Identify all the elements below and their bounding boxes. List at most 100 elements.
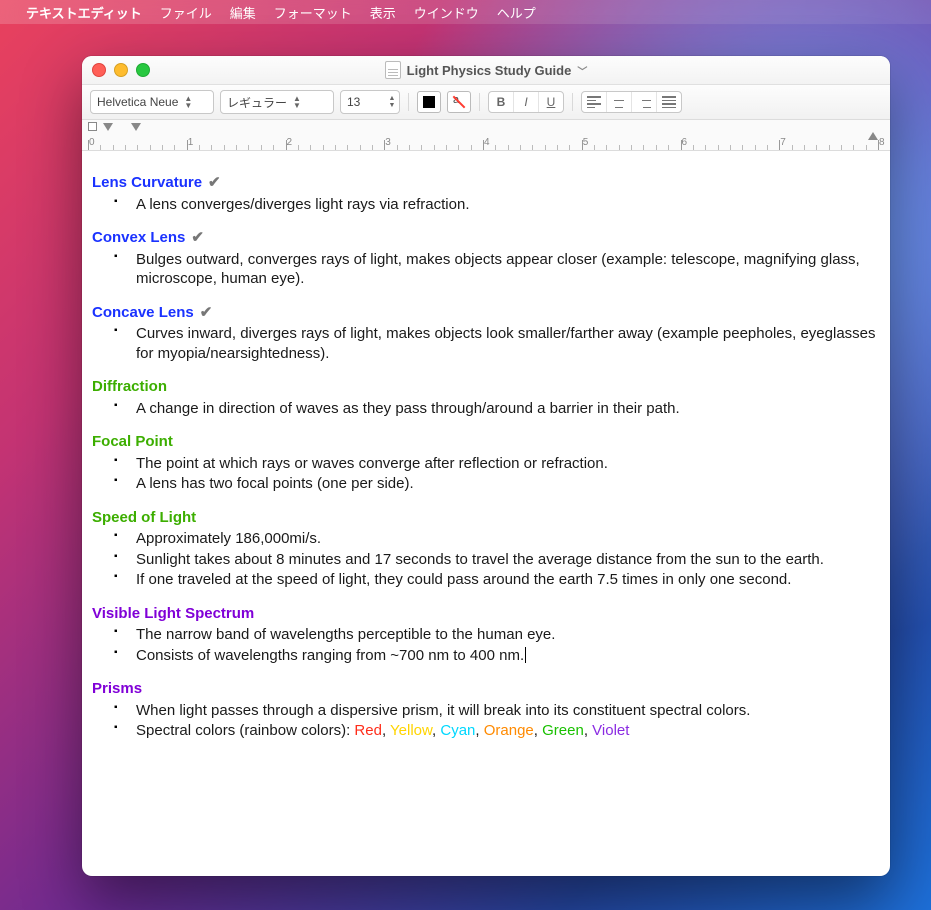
align-left-button[interactable] bbox=[582, 92, 606, 112]
text-style-group: B I U bbox=[488, 91, 564, 113]
section-list: Approximately 186,000mi/s.Sunlight takes… bbox=[92, 529, 880, 590]
section-heading-text: Prisms bbox=[92, 679, 142, 699]
no-highlight-icon bbox=[452, 95, 466, 109]
section-list: A change in direction of waves as they p… bbox=[92, 399, 880, 419]
section-heading-text: Visible Light Spectrum bbox=[92, 604, 254, 624]
color-box-icon bbox=[423, 96, 435, 108]
list-item[interactable]: Consists of wavelengths ranging from ~70… bbox=[92, 646, 880, 666]
list-item[interactable]: When light passes through a dispersive p… bbox=[92, 701, 880, 721]
section-heading[interactable]: Convex Lens ✔ bbox=[92, 228, 880, 248]
check-icon: ✔ bbox=[200, 303, 213, 323]
menubar-format[interactable]: フォーマット bbox=[274, 3, 352, 22]
section-list: The narrow band of wavelengths perceptib… bbox=[92, 625, 880, 665]
ruler-label: 5 bbox=[583, 137, 589, 148]
align-right-button[interactable] bbox=[631, 92, 656, 112]
menubar-view[interactable]: 表示 bbox=[370, 3, 396, 22]
rainbow-word: Yellow bbox=[390, 722, 432, 739]
close-button[interactable] bbox=[92, 63, 106, 77]
section-heading[interactable]: Speed of Light bbox=[92, 508, 880, 528]
desktop: テキストエディット ファイル 編集 フォーマット 表示 ウインドウ ヘルプ Li… bbox=[0, 0, 931, 910]
minimize-button[interactable] bbox=[114, 63, 128, 77]
highlight-color-swatch[interactable] bbox=[447, 91, 471, 113]
list-item[interactable]: A lens converges/diverges light rays via… bbox=[92, 195, 880, 215]
section-speed-of-light: Speed of LightApproximately 186,000mi/s.… bbox=[92, 508, 880, 590]
section-heading-text: Convex Lens bbox=[92, 228, 185, 248]
section-heading[interactable]: Lens Curvature✔ bbox=[92, 173, 880, 193]
list-item[interactable]: A lens has two focal points (one per sid… bbox=[92, 474, 880, 494]
list-item[interactable]: Bulges outward, converges rays of light,… bbox=[92, 250, 880, 289]
font-style-value: レギュラー bbox=[227, 94, 287, 111]
tab-stop-marker[interactable] bbox=[131, 123, 141, 131]
rainbow-word: Orange bbox=[484, 722, 534, 739]
list-item[interactable]: The point at which rays or waves converg… bbox=[92, 454, 880, 474]
list-item[interactable]: Spectral colors (rainbow colors): Red, Y… bbox=[92, 721, 880, 741]
section-heading[interactable]: Visible Light Spectrum bbox=[92, 604, 880, 624]
check-icon: ✔ bbox=[208, 173, 221, 193]
section-list: Curves inward, diverges rays of light, m… bbox=[92, 324, 880, 363]
font-size-stepper[interactable]: ▲▼ bbox=[385, 90, 400, 114]
rainbow-word: Red bbox=[354, 722, 382, 739]
section-heading[interactable]: Concave Lens✔ bbox=[92, 303, 880, 323]
menubar-file[interactable]: ファイル bbox=[160, 3, 212, 22]
toolbar-divider bbox=[479, 93, 480, 111]
underline-button[interactable]: U bbox=[538, 92, 563, 112]
document-icon bbox=[385, 61, 401, 79]
ruler-label: 4 bbox=[484, 137, 490, 148]
section-heading-text: Focal Point bbox=[92, 432, 173, 452]
rainbow-word: Cyan bbox=[440, 722, 475, 739]
section-heading[interactable]: Prisms bbox=[92, 679, 880, 699]
rainbow-word: Violet bbox=[592, 722, 629, 739]
first-line-indent-marker[interactable] bbox=[103, 123, 113, 131]
section-heading-text: Diffraction bbox=[92, 377, 167, 397]
window-title: Light Physics Study Guide ﹀ bbox=[82, 61, 890, 79]
title-chevron-icon[interactable]: ﹀ bbox=[577, 63, 587, 78]
font-style-select[interactable]: レギュラー ▲▼ bbox=[220, 90, 334, 114]
list-item[interactable]: If one traveled at the speed of light, t… bbox=[92, 570, 880, 590]
ruler-left-markers[interactable] bbox=[88, 122, 141, 131]
text-color-swatch[interactable] bbox=[417, 91, 441, 113]
ruler-ticks: 012345678 bbox=[82, 132, 890, 150]
section-convex-lens: Convex Lens ✔Bulges outward, converges ra… bbox=[92, 228, 880, 289]
align-justify-button[interactable] bbox=[656, 92, 681, 112]
section-visible-light-spectrum: Visible Light SpectrumThe narrow band of… bbox=[92, 604, 880, 666]
titlebar[interactable]: Light Physics Study Guide ﹀ bbox=[82, 56, 890, 85]
section-prisms: PrismsWhen light passes through a disper… bbox=[92, 679, 880, 741]
section-list: A lens converges/diverges light rays via… bbox=[92, 195, 880, 215]
select-arrows-icon: ▲▼ bbox=[293, 95, 301, 109]
list-item[interactable]: Curves inward, diverges rays of light, m… bbox=[92, 324, 880, 363]
list-item[interactable]: The narrow band of wavelengths perceptib… bbox=[92, 625, 880, 645]
list-item[interactable]: Sunlight takes about 8 minutes and 17 se… bbox=[92, 550, 880, 570]
section-heading[interactable]: Focal Point bbox=[92, 432, 880, 452]
menubar-edit[interactable]: 編集 bbox=[230, 3, 256, 22]
rainbow-prefix: Spectral colors (rainbow colors): bbox=[136, 722, 354, 739]
list-item[interactable]: A change in direction of waves as they p… bbox=[92, 399, 880, 419]
ruler-label: 2 bbox=[287, 137, 293, 148]
section-heading-text: Speed of Light bbox=[92, 508, 196, 528]
menubar-help[interactable]: ヘルプ bbox=[497, 3, 536, 22]
list-item[interactable]: Approximately 186,000mi/s. bbox=[92, 529, 880, 549]
italic-button[interactable]: I bbox=[513, 92, 538, 112]
ruler-label: 7 bbox=[780, 137, 786, 148]
toolbar-divider bbox=[572, 93, 573, 111]
document-window: Light Physics Study Guide ﹀ Helvetica Ne… bbox=[82, 56, 890, 876]
ruler-label: 8 bbox=[879, 137, 885, 148]
section-list: When light passes through a dispersive p… bbox=[92, 701, 880, 741]
left-margin-marker[interactable] bbox=[88, 122, 97, 131]
font-family-select[interactable]: Helvetica Neue ▲▼ bbox=[90, 90, 214, 114]
check-icon: ✔ bbox=[191, 228, 204, 248]
zoom-button[interactable] bbox=[136, 63, 150, 77]
ruler[interactable]: 012345678 bbox=[82, 120, 890, 151]
traffic-lights bbox=[92, 63, 150, 77]
align-center-button[interactable] bbox=[606, 92, 631, 112]
font-family-value: Helvetica Neue bbox=[97, 95, 178, 109]
font-size-value: 13 bbox=[347, 95, 360, 109]
menubar-window[interactable]: ウインドウ bbox=[414, 3, 479, 22]
ruler-label: 3 bbox=[385, 137, 391, 148]
ruler-label: 6 bbox=[682, 137, 688, 148]
toolbar-divider bbox=[408, 93, 409, 111]
menubar-app-name[interactable]: テキストエディット bbox=[26, 3, 142, 22]
section-heading[interactable]: Diffraction bbox=[92, 377, 880, 397]
document-body[interactable]: Lens Curvature✔A lens converges/diverges… bbox=[82, 151, 890, 876]
rainbow-word: Green bbox=[542, 722, 584, 739]
bold-button[interactable]: B bbox=[489, 92, 513, 112]
